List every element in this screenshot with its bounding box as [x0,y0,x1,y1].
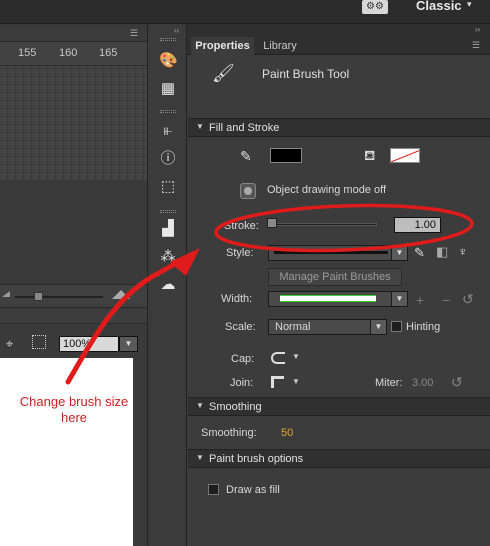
annotation-arrow-head [170,248,200,276]
annotation-callout-text: Change brush size here [19,394,129,425]
annotation-overlay [65,203,474,385]
annotation-arrow-shaft [65,257,185,385]
annotation-ellipse [214,203,474,253]
